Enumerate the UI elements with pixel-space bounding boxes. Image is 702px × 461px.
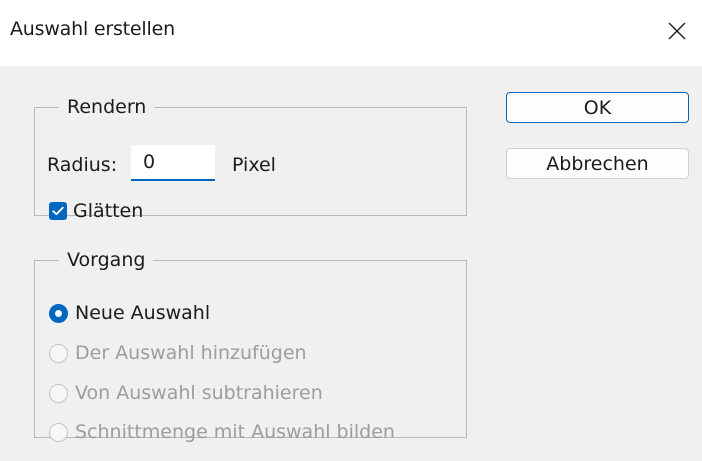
smooth-checkbox[interactable]: Glätten [49,200,143,222]
render-legend: Rendern [67,96,147,118]
title-bar: Auswahl erstellen [0,0,702,66]
radio-label: Der Auswahl hinzufügen [75,342,307,364]
radio-unselected-icon[interactable] [49,343,68,363]
radio-add-to-selection[interactable]: Der Auswahl hinzufügen [49,342,307,364]
window-title: Auswahl erstellen [10,18,175,40]
radio-new-selection[interactable]: Neue Auswahl [49,302,210,324]
checkbox-checked-icon[interactable] [49,202,67,220]
close-button[interactable] [652,0,702,62]
radio-unselected-icon[interactable] [49,422,68,442]
radius-input[interactable] [131,145,215,181]
ok-button[interactable]: OK [506,92,689,123]
radio-label: Neue Auswahl [75,302,211,324]
close-icon [668,22,686,40]
operation-group: Vorgang Neue Auswahl Der Auswahl hinzufü… [34,249,467,443]
radius-label: Radius: [47,154,118,176]
operation-legend: Vorgang [67,249,146,271]
radio-intersect-selection[interactable]: Schnittmenge mit Auswahl bilden [49,421,395,443]
unit-label: Pixel [232,154,276,176]
dialog-body: Rendern Radius: Pixel Glätten Vorgang Ne… [0,66,702,461]
radio-label: Schnittmenge mit Auswahl bilden [75,421,395,443]
smooth-label: Glätten [73,200,144,222]
radio-unselected-icon[interactable] [49,383,68,403]
radio-selected-icon[interactable] [49,303,68,323]
render-group: Rendern Radius: Pixel Glätten [34,96,467,222]
radio-subtract-from-selection[interactable]: Von Auswahl subtrahieren [49,382,323,404]
cancel-button[interactable]: Abbrechen [506,148,689,179]
radio-label: Von Auswahl subtrahieren [75,382,323,404]
